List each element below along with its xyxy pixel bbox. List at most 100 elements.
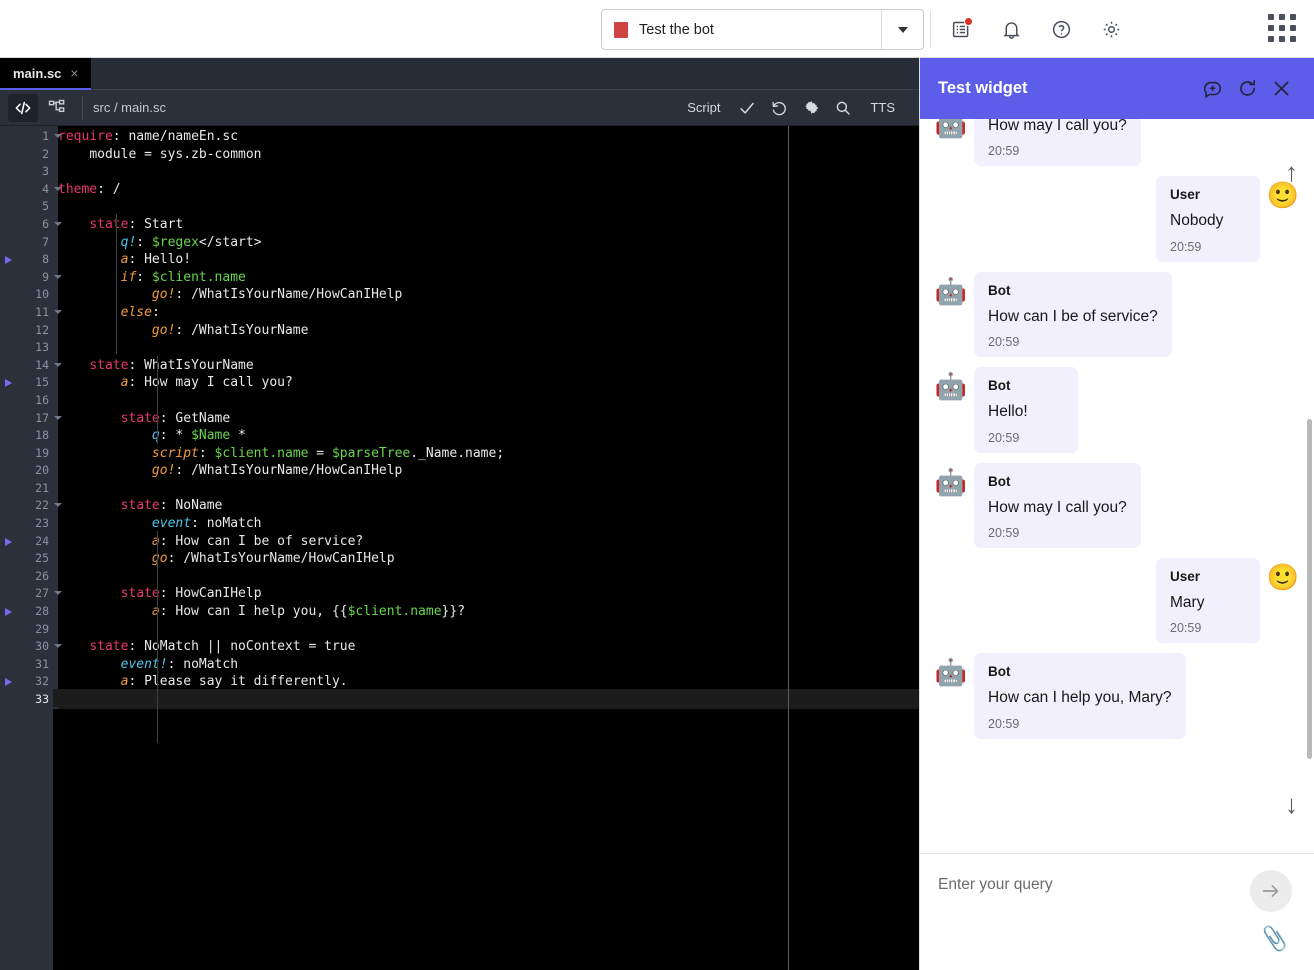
breakpoint-marker-icon[interactable] <box>5 537 12 546</box>
undo-icon[interactable] <box>764 94 794 122</box>
gutter-line[interactable]: 10 <box>0 286 53 304</box>
gutter-line[interactable]: 7 <box>0 234 53 252</box>
code-line[interactable]: state: GetName <box>58 410 919 428</box>
gutter-line[interactable]: 14 <box>0 357 62 375</box>
gutter-line[interactable]: 26 <box>0 568 53 586</box>
gutter-line[interactable]: 21 <box>0 480 53 498</box>
code-line[interactable]: a: How can I be of service? <box>58 533 919 551</box>
breakpoint-marker-icon[interactable] <box>5 678 12 687</box>
gutter-line[interactable]: 33 <box>0 691 53 709</box>
code-line[interactable]: require: name/nameEn.sc <box>58 128 919 146</box>
code-line[interactable]: theme: / <box>58 181 919 199</box>
code-line[interactable]: a: How can I help you, {{$client.name}}? <box>58 603 919 621</box>
chat-input-field[interactable]: Enter your query <box>938 876 1296 894</box>
gutter-line[interactable]: 29 <box>0 621 53 639</box>
help-icon[interactable] <box>1046 14 1076 44</box>
fold-toggle-icon[interactable] <box>54 221 62 226</box>
gutter-line[interactable]: 16 <box>0 392 53 410</box>
gutter-line[interactable]: 25 <box>0 550 53 568</box>
gutter-line[interactable]: 18 <box>0 427 53 445</box>
new-chat-icon[interactable] <box>1196 72 1230 106</box>
code-line[interactable]: go: /WhatIsYourName/HowCanIHelp <box>58 550 919 568</box>
paperclip-icon[interactable]: 📎 <box>1259 924 1290 954</box>
code-line[interactable] <box>58 568 919 586</box>
code-line[interactable]: a: Please say it differently. <box>58 673 919 691</box>
code-line[interactable]: if: $client.name <box>58 269 919 287</box>
arrow-up-icon[interactable]: ↑ <box>1285 159 1298 185</box>
editor-mode-label[interactable]: Script <box>677 100 730 115</box>
gutter-line[interactable]: 2 <box>0 146 53 164</box>
code-line[interactable]: go!: /WhatIsYourName/HowCanIHelp <box>58 462 919 480</box>
gutter-line[interactable]: 19 <box>0 445 53 463</box>
code-line[interactable]: state: Start <box>58 216 919 234</box>
fold-toggle-icon[interactable] <box>54 309 62 314</box>
bot-selector[interactable]: Test the bot <box>601 9 924 50</box>
flow-tree-icon[interactable] <box>42 94 72 122</box>
bot-selector-value[interactable]: Test the bot <box>602 10 881 49</box>
gutter-line[interactable]: 11 <box>0 304 62 322</box>
gutter-line[interactable]: 5 <box>0 198 53 216</box>
editor-gutter[interactable]: 1 2 3 4 5 6 7 8 9 10 11 12 13 14 15 16 17 18 19 20 21 22 23 24 2… <box>0 126 62 970</box>
code-line[interactable] <box>58 621 919 639</box>
gutter-line[interactable]: 20 <box>0 462 53 480</box>
notifications-bell-icon[interactable] <box>996 14 1026 44</box>
code-line[interactable]: script: $client.name = $parseTree._Name.… <box>58 445 919 463</box>
gutter-line[interactable]: 17 <box>0 410 62 428</box>
gutter-line[interactable]: 15 <box>0 374 53 392</box>
fold-toggle-icon[interactable] <box>54 134 62 138</box>
code-line[interactable] <box>58 480 919 498</box>
chat-message-list[interactable]: 🤖 How may I call you? 20:59 User Nobody 20:59… <box>920 119 1314 853</box>
code-line[interactable]: module = sys.zb-common <box>58 146 919 164</box>
breakpoint-marker-icon[interactable] <box>5 256 12 265</box>
gutter-line[interactable]: 30 <box>0 638 62 656</box>
breakpoint-marker-icon[interactable] <box>5 379 12 388</box>
code-line[interactable]: state: WhatIsYourName <box>58 357 919 375</box>
gutter-line[interactable]: 9 <box>0 269 62 287</box>
code-line[interactable]: a: Hello! <box>58 251 919 269</box>
editor-tab-main-sc[interactable]: main.sc × <box>0 58 91 90</box>
settings-gear-icon[interactable] <box>1096 14 1126 44</box>
code-line[interactable] <box>58 198 919 216</box>
gutter-line[interactable]: 3 <box>0 163 53 181</box>
chat-scrollbar[interactable] <box>1307 419 1312 759</box>
fold-toggle-icon[interactable] <box>54 362 62 367</box>
code-brackets-icon[interactable] <box>8 93 38 122</box>
code-line[interactable]: event: noMatch <box>58 515 919 533</box>
gutter-line[interactable]: 13 <box>0 339 53 357</box>
close-icon[interactable] <box>1264 72 1298 106</box>
code-line[interactable]: event!: noMatch <box>58 656 919 674</box>
fold-toggle-icon[interactable] <box>54 186 62 191</box>
fold-toggle-icon[interactable] <box>54 644 62 649</box>
magnifier-icon[interactable] <box>828 94 858 122</box>
code-lines[interactable]: require: name/nameEn.sc module = sys.zb-… <box>53 126 919 709</box>
code-line[interactable] <box>58 392 919 410</box>
gutter-line[interactable]: 23 <box>0 515 53 533</box>
code-line[interactable]: q!: $regex</start> <box>58 234 919 252</box>
gutter-line[interactable]: 22 <box>0 497 62 515</box>
reload-icon[interactable] <box>1230 72 1264 106</box>
code-line[interactable]: go!: /WhatIsYourName/HowCanIHelp <box>58 286 919 304</box>
gutter-line[interactable]: 4 <box>0 181 62 199</box>
breakpoint-marker-icon[interactable] <box>5 608 12 617</box>
send-button[interactable] <box>1250 870 1292 912</box>
gutter-line[interactable]: 32 <box>0 673 53 691</box>
code-line[interactable]: go!: /WhatIsYourName <box>58 322 919 340</box>
code-area[interactable]: 1 2 3 4 5 6 7 8 9 10 11 12 13 14 15 16 17 18 19 20 21 22 23 24 2… <box>0 126 919 970</box>
code-line[interactable]: state: NoName <box>58 497 919 515</box>
gutter-line[interactable]: 1 <box>0 128 62 146</box>
code-line[interactable] <box>58 339 919 357</box>
checkmark-icon[interactable] <box>732 94 762 122</box>
apps-grid-icon[interactable] <box>1268 14 1296 42</box>
gear-icon[interactable] <box>796 94 826 122</box>
code-line[interactable] <box>58 163 919 181</box>
fold-toggle-icon[interactable] <box>54 591 62 596</box>
gutter-line[interactable]: 12 <box>0 322 53 340</box>
gutter-line[interactable]: 27 <box>0 585 62 603</box>
close-icon[interactable]: × <box>70 66 78 80</box>
code-line[interactable]: a: How may I call you? <box>58 374 919 392</box>
release-notes-icon[interactable] <box>946 14 976 44</box>
gutter-line[interactable]: 8 <box>0 251 53 269</box>
code-line[interactable] <box>58 691 919 709</box>
gutter-line[interactable]: 28 <box>0 603 53 621</box>
code-line[interactable]: state: HowCanIHelp <box>58 585 919 603</box>
